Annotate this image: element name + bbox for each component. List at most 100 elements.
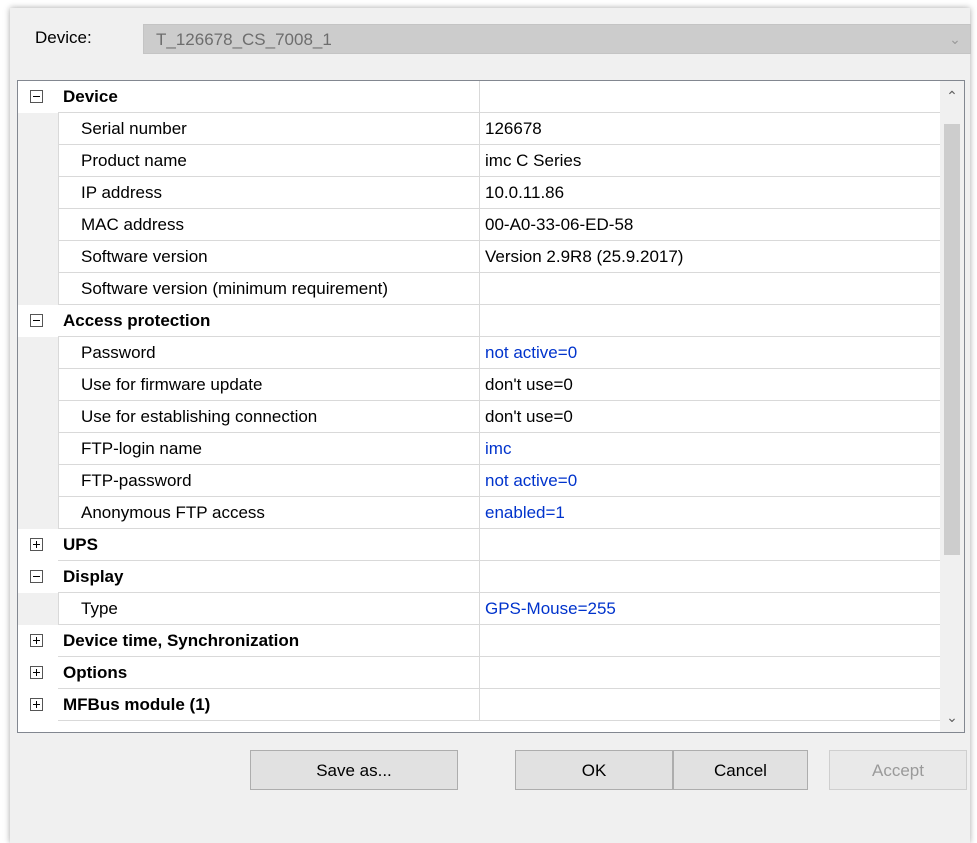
property-value[interactable]: not active=0	[480, 337, 946, 368]
property-name: Use for establishing connection	[58, 401, 480, 432]
row-gutter	[18, 529, 58, 561]
row-gutter	[18, 625, 58, 657]
row-gutter	[18, 689, 58, 721]
device-select-value: T_126678_CS_7008_1	[156, 30, 332, 49]
row-gutter	[18, 497, 58, 529]
vertical-scrollbar[interactable]: ⌃ ⌄	[940, 81, 964, 732]
property-row[interactable]: Type GPS-Mouse=255	[18, 593, 941, 625]
property-row[interactable]: Anonymous FTP access enabled=1	[18, 497, 941, 529]
row-gutter	[18, 81, 58, 113]
cancel-button[interactable]: Cancel	[673, 750, 808, 790]
property-name: IP address	[58, 177, 480, 208]
chevron-down-icon[interactable]: ⌄	[946, 28, 964, 50]
category-label: Device	[58, 81, 480, 112]
property-name: Software version (minimum requirement)	[58, 273, 480, 304]
property-value[interactable]: Version 2.9R8 (25.9.2017)	[480, 241, 946, 272]
property-row[interactable]: MAC address 00-A0-33-06-ED-58	[18, 209, 941, 241]
property-row[interactable]: Use for establishing connection don't use…	[18, 401, 941, 433]
property-value[interactable]: don't use=0	[480, 369, 946, 400]
property-name: Use for firmware update	[58, 369, 480, 400]
row-gutter	[18, 241, 58, 273]
ok-button[interactable]: OK	[515, 750, 673, 790]
property-row[interactable]: Product name imc C Series	[18, 145, 941, 177]
property-grid: Device Serial number 126678 Product name imc…	[17, 80, 965, 733]
property-value[interactable]	[480, 689, 946, 720]
save-as-button[interactable]: Save as...	[250, 750, 458, 790]
plus-box-icon[interactable]	[30, 666, 43, 679]
property-value[interactable]: 126678	[480, 113, 946, 144]
row-gutter	[18, 273, 58, 305]
property-value[interactable]: 10.0.11.86	[480, 177, 946, 208]
property-row[interactable]: Software version (minimum requirement)	[18, 273, 941, 305]
category-row[interactable]: Options	[18, 657, 941, 689]
category-label: UPS	[58, 529, 480, 560]
row-gutter	[18, 401, 58, 433]
device-label: Device:	[35, 28, 92, 47]
property-value[interactable]	[480, 305, 946, 336]
property-row[interactable]: Use for firmware update don't use=0	[18, 369, 941, 401]
property-row[interactable]: Serial number 126678	[18, 113, 941, 145]
property-row[interactable]: FTP-login name imc	[18, 433, 941, 465]
property-value[interactable]: enabled=1	[480, 497, 946, 528]
row-gutter	[18, 657, 58, 689]
row-gutter	[18, 113, 58, 145]
category-label: Options	[58, 657, 480, 688]
property-value[interactable]	[480, 81, 946, 112]
property-row[interactable]: Password not active=0	[18, 337, 941, 369]
property-value[interactable]	[480, 529, 946, 560]
property-row[interactable]: FTP-password not active=0	[18, 465, 941, 497]
category-row[interactable]: Access protection	[18, 305, 941, 337]
property-name: Type	[58, 593, 480, 624]
minus-box-icon[interactable]	[30, 90, 43, 103]
property-name: Anonymous FTP access	[58, 497, 480, 528]
property-row[interactable]: Software version Version 2.9R8 (25.9.2017…	[18, 241, 941, 273]
property-value[interactable]	[480, 625, 946, 656]
category-label: Access protection	[58, 305, 480, 336]
plus-box-icon[interactable]	[30, 634, 43, 647]
chevron-up-icon[interactable]: ⌃	[940, 84, 964, 108]
category-row[interactable]: Device time, Synchronization	[18, 625, 941, 657]
row-gutter	[18, 465, 58, 497]
property-rows: Device Serial number 126678 Product name imc…	[18, 81, 941, 721]
row-gutter	[18, 593, 58, 625]
minus-box-icon[interactable]	[30, 314, 43, 327]
property-name: Software version	[58, 241, 480, 272]
category-label: Display	[58, 561, 480, 592]
category-row[interactable]: Display	[18, 561, 941, 593]
row-gutter	[18, 561, 58, 593]
property-name: Serial number	[58, 113, 480, 144]
row-gutter	[18, 433, 58, 465]
property-value[interactable]	[480, 561, 946, 592]
property-value[interactable]: imc C Series	[480, 145, 946, 176]
property-value[interactable]: don't use=0	[480, 401, 946, 432]
category-row[interactable]: Device	[18, 81, 941, 113]
accept-button[interactable]: Accept	[829, 750, 967, 790]
row-gutter	[18, 337, 58, 369]
property-value[interactable]	[480, 273, 946, 304]
property-value[interactable]: imc	[480, 433, 946, 464]
property-value[interactable]: not active=0	[480, 465, 946, 496]
property-name: FTP-password	[58, 465, 480, 496]
property-value[interactable]: 00-A0-33-06-ED-58	[480, 209, 946, 240]
device-select[interactable]: T_126678_CS_7008_1 ⌄	[143, 24, 971, 54]
row-gutter	[18, 177, 58, 209]
minus-box-icon[interactable]	[30, 570, 43, 583]
category-row[interactable]: MFBus module (1)	[18, 689, 941, 721]
category-label: Device time, Synchronization	[58, 625, 480, 656]
property-row[interactable]: IP address 10.0.11.86	[18, 177, 941, 209]
scrollbar-thumb[interactable]	[944, 124, 960, 555]
plus-box-icon[interactable]	[30, 538, 43, 551]
plus-box-icon[interactable]	[30, 698, 43, 711]
row-gutter	[18, 209, 58, 241]
row-gutter	[18, 369, 58, 401]
chevron-down-icon[interactable]: ⌄	[940, 705, 964, 729]
property-name: Password	[58, 337, 480, 368]
property-value[interactable]	[480, 657, 946, 688]
category-row[interactable]: UPS	[18, 529, 941, 561]
property-value[interactable]: GPS-Mouse=255	[480, 593, 946, 624]
row-gutter	[18, 305, 58, 337]
row-gutter	[18, 145, 58, 177]
property-name: Product name	[58, 145, 480, 176]
property-name: FTP-login name	[58, 433, 480, 464]
category-label: MFBus module (1)	[58, 689, 480, 720]
